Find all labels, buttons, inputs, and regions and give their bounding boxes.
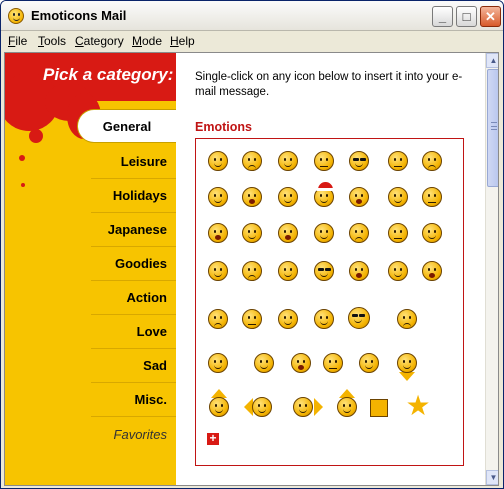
title-bar[interactable]: Emoticons Mail _ □ ✕: [1, 1, 503, 31]
category-holidays[interactable]: Holidays: [91, 179, 176, 213]
screaming-face-icon[interactable]: [278, 223, 298, 243]
sunglasses-face-icon[interactable]: [349, 151, 369, 171]
grumpy-face-icon[interactable]: [397, 309, 417, 329]
smiley-icon: [337, 397, 357, 417]
menu-bar: File Tools Category Mode Help: [1, 32, 503, 51]
crying-face-icon[interactable]: [242, 261, 262, 281]
paint-drop-decoration: [19, 155, 25, 161]
drooling-face-icon[interactable]: [208, 353, 228, 373]
down-arrow-face-icon[interactable]: [394, 351, 420, 381]
blushing-face-icon[interactable]: [388, 187, 408, 207]
close-button[interactable]: ✕: [480, 6, 501, 27]
category-general-selected[interactable]: General: [77, 109, 176, 143]
shocked-face-icon[interactable]: [208, 223, 228, 243]
scroll-down-button[interactable]: ▼: [486, 470, 498, 485]
category-leisure[interactable]: Leisure: [91, 145, 176, 179]
surprised-face-icon[interactable]: [349, 187, 369, 207]
bored-face-icon[interactable]: [242, 309, 262, 329]
big-grin-face-icon[interactable]: [278, 187, 298, 207]
emoticon-grid: ★ +: [195, 138, 464, 466]
category-misc[interactable]: Misc.: [91, 383, 176, 417]
grip-icon: [491, 122, 497, 130]
santa-hat-icon: [316, 182, 335, 191]
sleepy-face-icon[interactable]: [314, 309, 334, 329]
house-face-icon[interactable]: [334, 389, 360, 419]
unhappy-face-icon[interactable]: [422, 151, 442, 171]
neutral-face-icon[interactable]: [388, 151, 408, 171]
teeth-face-icon[interactable]: [278, 309, 298, 329]
rolling-eyes-face-icon[interactable]: [242, 223, 262, 243]
sad-face-icon[interactable]: [242, 151, 262, 171]
cool-rocker-face-icon[interactable]: [348, 307, 370, 329]
cocktail-face-icon[interactable]: [254, 353, 274, 373]
menu-tools[interactable]: Tools: [38, 34, 66, 48]
angry-face-icon[interactable]: [208, 309, 228, 329]
category-japanese[interactable]: Japanese: [91, 213, 176, 247]
menu-mode[interactable]: Mode: [132, 34, 162, 48]
right-arrow-face-icon[interactable]: [290, 395, 323, 419]
category-favorites[interactable]: Favorites: [91, 417, 176, 451]
smirk-face-icon[interactable]: [323, 353, 343, 373]
happy-face-icon[interactable]: [422, 223, 442, 243]
smiley-icon: [209, 397, 229, 417]
confused-face-icon[interactable]: [314, 151, 334, 171]
tongue-out-face-icon[interactable]: [422, 261, 442, 281]
square-face-icon[interactable]: [370, 399, 388, 417]
close-icon: ✕: [485, 8, 496, 24]
menu-file[interactable]: File: [8, 34, 27, 48]
tongue-face-icon[interactable]: [314, 223, 334, 243]
star-face-icon[interactable]: ★: [405, 392, 431, 420]
maximize-icon: □: [462, 9, 471, 24]
grinning-face-icon[interactable]: [208, 187, 228, 207]
laughing-face-icon[interactable]: [242, 187, 262, 207]
smiley-app-icon: [8, 8, 24, 24]
smiley-icon: [397, 353, 417, 373]
maximize-button[interactable]: □: [456, 6, 477, 27]
left-arrow-face-icon[interactable]: [244, 395, 275, 419]
section-title-emotions: Emotions: [195, 120, 252, 134]
menu-category[interactable]: Category: [75, 34, 124, 48]
minimize-icon: _: [438, 9, 447, 24]
split-face-icon[interactable]: [422, 187, 442, 207]
devil-face-icon[interactable]: [278, 261, 298, 281]
whistling-face-icon[interactable]: [388, 261, 408, 281]
winking-face-icon[interactable]: [278, 151, 298, 171]
santa-face-icon[interactable]: [314, 182, 335, 207]
smiley-icon: [252, 397, 272, 417]
sidebar-heading: Pick a category:: [43, 65, 174, 84]
vertical-scrollbar[interactable]: ▲ ▼: [485, 53, 498, 485]
window-title: Emoticons Mail: [31, 8, 127, 23]
minimize-button[interactable]: _: [432, 6, 453, 27]
add-emoticon-button[interactable]: +: [207, 432, 219, 445]
up-arrow-face-icon[interactable]: [206, 389, 232, 419]
category-love[interactable]: Love: [91, 315, 176, 349]
magnifier-face-icon[interactable]: [349, 261, 369, 281]
scroll-thumb[interactable]: [487, 69, 498, 187]
paint-drop-decoration: [29, 129, 43, 143]
arrow-right-icon: [314, 398, 323, 416]
smiley-icon: [293, 397, 313, 417]
category-goodies[interactable]: Goodies: [91, 247, 176, 281]
content-area: Pick a category: General Leisure Holiday…: [4, 52, 499, 486]
yelling-face-icon[interactable]: [291, 353, 311, 373]
menu-help[interactable]: Help: [170, 34, 195, 48]
paint-drop-decoration: [21, 183, 25, 187]
nerd-face-icon[interactable]: [314, 261, 334, 281]
category-action[interactable]: Action: [91, 281, 176, 315]
emoticon-panel: Single-click on any icon below to insert…: [176, 53, 484, 485]
scroll-up-button[interactable]: ▲: [486, 53, 498, 68]
worried-face-icon[interactable]: [349, 223, 369, 243]
category-sad[interactable]: Sad: [91, 349, 176, 383]
smiley-icon[interactable]: [208, 151, 228, 171]
instructions-text: Single-click on any icon below to insert…: [195, 71, 463, 98]
category-sidebar: Pick a category: General Leisure Holiday…: [5, 53, 176, 485]
sick-face-icon[interactable]: [388, 223, 408, 243]
wink-smile-face-icon[interactable]: [359, 353, 379, 373]
app-window: Emoticons Mail _ □ ✕ File Tools Category…: [0, 0, 504, 489]
kiss-face-icon[interactable]: [208, 261, 228, 281]
arrow-down-icon: [399, 372, 415, 381]
